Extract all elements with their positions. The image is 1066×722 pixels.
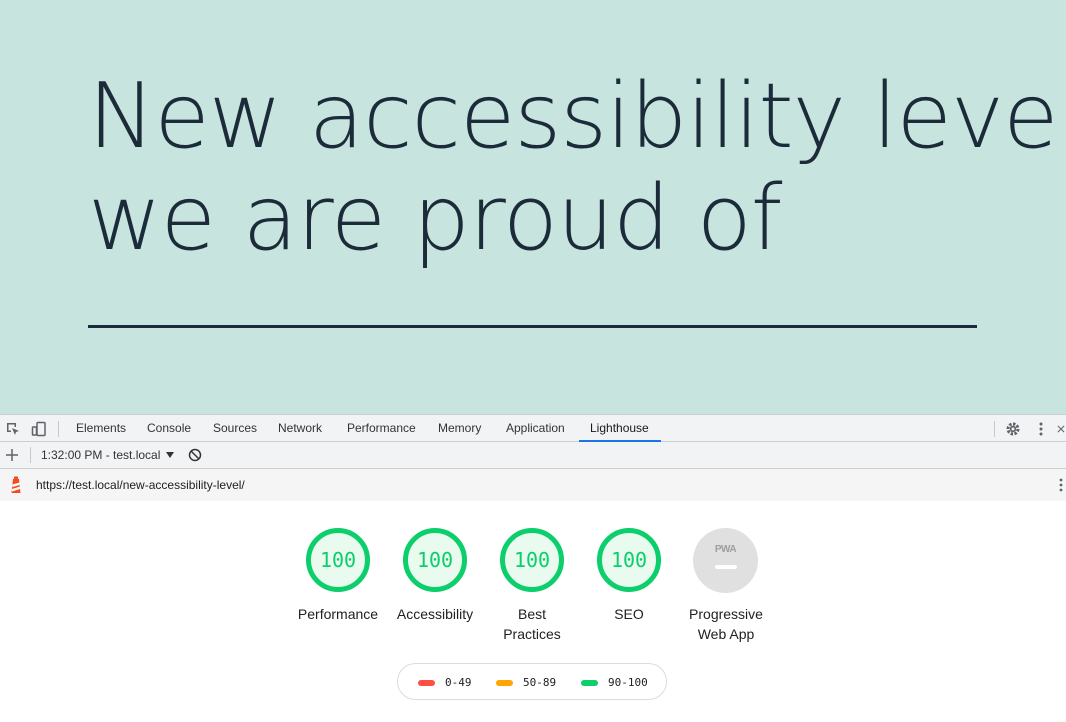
score-value: 100: [610, 548, 648, 572]
score-value: 100: [513, 548, 551, 572]
score-legend: 0-49 50-89 90-100: [397, 663, 667, 700]
score-label: Accessibility: [396, 606, 474, 622]
close-icon[interactable]: [1056, 420, 1066, 438]
device-toolbar-icon[interactable]: [30, 420, 48, 438]
heading-divider: [88, 325, 977, 328]
legend-swatch-green: [581, 679, 598, 686]
legend-range: 50-89: [523, 676, 557, 689]
score-label: SEO: [614, 606, 644, 622]
tab-performance[interactable]: Performance: [347, 415, 416, 442]
heading-line-1: New accessibility level: [88, 64, 1066, 169]
devtools-tab-bar: Elements Console Sources Network Perform…: [0, 414, 1066, 442]
legend-item-fail: 0-49: [418, 664, 472, 701]
report-menu-icon[interactable]: [1052, 476, 1066, 494]
score-ring: 100: [306, 528, 370, 592]
page-heading: New accessibility level we are proud of: [88, 64, 1066, 271]
tab-memory[interactable]: Memory: [438, 415, 481, 442]
inspect-element-icon[interactable]: [4, 420, 22, 438]
tab-network[interactable]: Network: [278, 415, 322, 442]
legend-swatch-orange: [496, 679, 513, 686]
toolbar-divider: [58, 421, 59, 437]
settings-gear-icon[interactable]: [1004, 420, 1022, 438]
tab-console[interactable]: Console: [147, 415, 191, 442]
lighthouse-report: 100 Performance 100 Accessibility 100 Be…: [0, 501, 1066, 722]
score-ring: 100: [500, 528, 564, 592]
legend-range: 90-100: [608, 676, 648, 689]
score-value: 100: [416, 548, 454, 572]
report-select[interactable]: 1:32:00 PM - test.local: [41, 442, 160, 468]
tab-sources[interactable]: Sources: [213, 415, 257, 442]
legend-item-average: 50-89: [496, 664, 556, 701]
chevron-down-icon[interactable]: [161, 446, 179, 464]
tab-application[interactable]: Application: [506, 415, 565, 442]
tab-lighthouse[interactable]: Lighthouse: [590, 415, 649, 442]
pwa-dash-icon: [714, 565, 737, 569]
score-label: Performance: [297, 606, 379, 622]
more-vertical-icon[interactable]: [1032, 420, 1050, 438]
score-ring: 100: [597, 528, 661, 592]
legend-swatch-red: [418, 679, 435, 686]
toolbar-divider: [994, 421, 995, 437]
report-url-link[interactable]: https://test.local/new-accessibility-lev…: [36, 469, 245, 501]
score-ring: 100: [403, 528, 467, 592]
page-viewport: New accessibility level we are proud of: [0, 0, 1066, 414]
tab-elements[interactable]: Elements: [76, 415, 126, 442]
lighthouse-toolbar: 1:32:00 PM - test.local: [0, 442, 1066, 469]
pwa-badge: PWA: [693, 528, 758, 593]
score-label: Progressive Web App: [689, 606, 763, 642]
legend-item-pass: 90-100: [581, 664, 648, 701]
new-report-plus-icon[interactable]: [3, 446, 21, 464]
legend-range: 0-49: [445, 676, 472, 689]
heading-line-2: we are proud of: [88, 166, 783, 271]
score-label: Best Practices: [503, 606, 561, 642]
lighthouse-logo-icon: [7, 476, 25, 494]
toolbar-divider: [30, 447, 31, 463]
clear-reports-icon[interactable]: [186, 446, 204, 464]
score-value: 100: [319, 548, 357, 572]
report-url-bar: https://test.local/new-accessibility-lev…: [0, 469, 1066, 501]
pwa-badge-text: PWA: [714, 544, 737, 555]
